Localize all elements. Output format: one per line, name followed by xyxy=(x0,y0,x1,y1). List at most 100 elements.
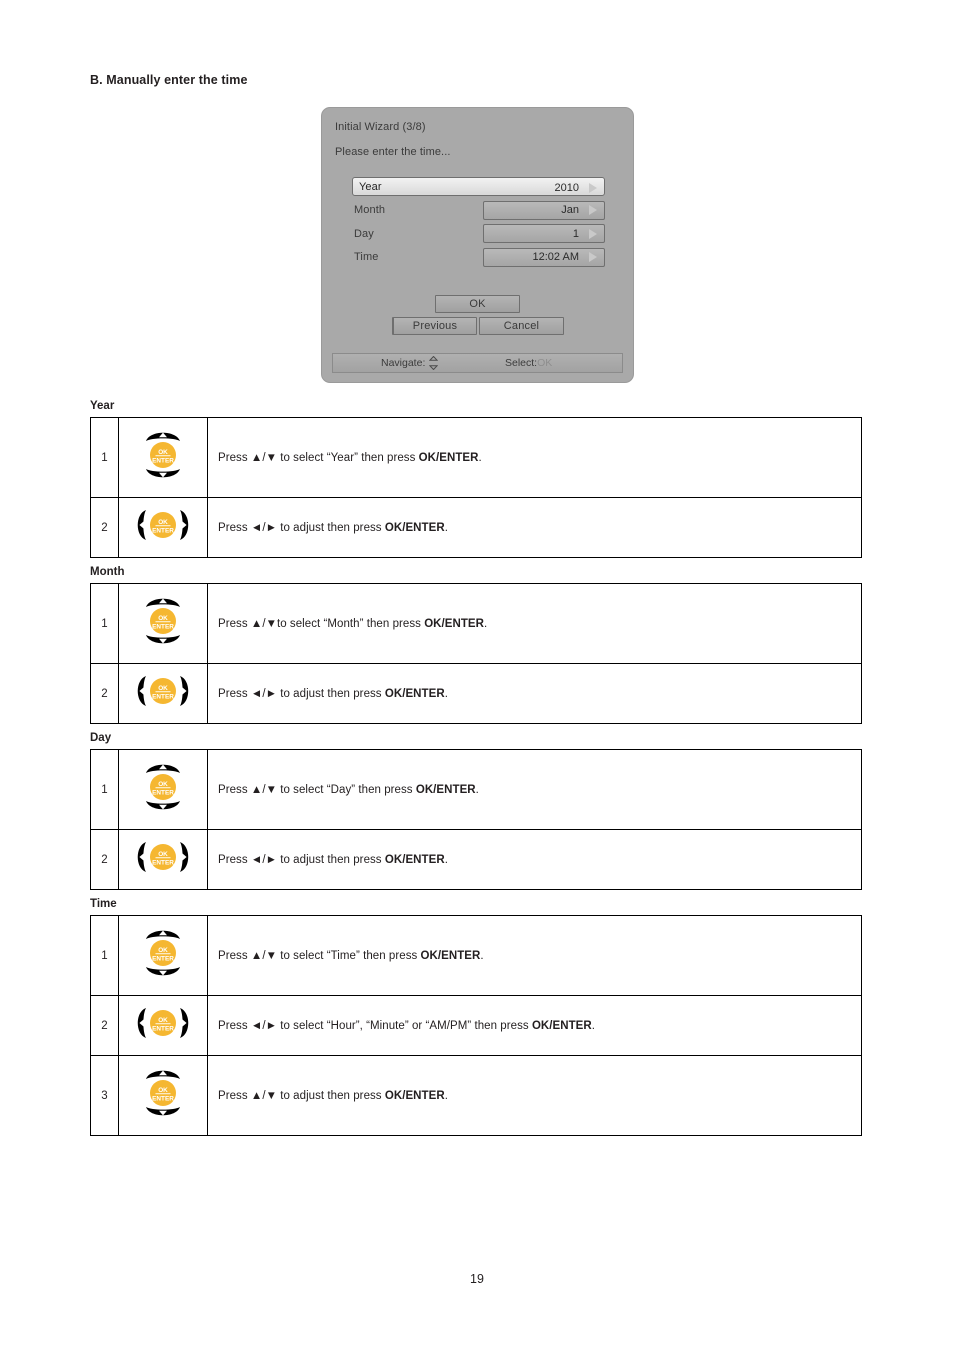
table-row: 1 OK ENTER Press ▲/▼ to select “Time” th… xyxy=(90,915,862,996)
osd-field-time[interactable]: Time 12:02 AM xyxy=(352,247,605,267)
section-month-title: Month xyxy=(90,566,125,578)
osd-field-day[interactable]: Day 1 xyxy=(352,224,605,243)
step-number: 2 xyxy=(90,829,119,890)
step-instruction: Press ▲/▼ to select “Year” then press OK… xyxy=(207,417,862,498)
chevron-right-icon xyxy=(589,228,597,239)
table-row: 2 OK ENTER Press ◄/► to select “Hour”, “… xyxy=(90,995,862,1056)
dpad-up-down-ok-icon: OK ENTER xyxy=(118,583,208,664)
step-number: 3 xyxy=(90,1055,119,1136)
page-title: B. Manually enter the time xyxy=(90,73,248,87)
osd-field-month-box[interactable]: Jan xyxy=(483,200,605,220)
svg-text:ENTER: ENTER xyxy=(152,623,174,630)
osd-field-time-label: Time xyxy=(354,251,379,263)
svg-text:ENTER: ENTER xyxy=(152,789,174,796)
svg-text:ENTER: ENTER xyxy=(152,859,174,866)
osd-field-year-value: 2010 xyxy=(554,181,579,194)
svg-text:ENTER: ENTER xyxy=(152,693,174,700)
svg-text:OK: OK xyxy=(158,615,168,622)
osd-subtitle: Please enter the time... xyxy=(335,146,451,158)
svg-text:ENTER: ENTER xyxy=(152,955,174,962)
svg-text:OK: OK xyxy=(158,1017,168,1024)
svg-text:OK: OK xyxy=(158,519,168,526)
osd-select-hint: Select:OK xyxy=(505,357,552,369)
step-instruction: Press ◄/► to adjust then press OK/ENTER. xyxy=(207,497,862,558)
osd-field-list: Year 2010 Month Jan Day 1 Time 12:02 AM xyxy=(352,177,605,271)
svg-text:ENTER: ENTER xyxy=(152,1025,174,1032)
table-row: 1 OK ENTER Press ▲/▼ to select “Day” the… xyxy=(90,749,862,830)
section-day-title: Day xyxy=(90,732,112,744)
table-row: 2 OK ENTER Press ◄/► to adjust then pres… xyxy=(90,663,862,724)
osd-field-year-box[interactable]: 2010 xyxy=(482,178,604,197)
step-instruction: Press ▲/▼ to adjust then press OK/ENTER. xyxy=(207,1055,862,1136)
osd-navigate-label: Navigate: xyxy=(381,357,426,369)
osd-field-year-label: Year xyxy=(359,180,382,193)
osd-field-time-box[interactable]: 12:02 AM xyxy=(483,247,605,267)
chevron-right-icon xyxy=(589,182,597,193)
step-number: 1 xyxy=(90,749,119,830)
step-number: 1 xyxy=(90,583,119,664)
svg-text:ENTER: ENTER xyxy=(152,527,174,534)
svg-text:OK: OK xyxy=(158,449,168,456)
osd-title: Initial Wizard (3/8) xyxy=(335,121,426,133)
section-year-title: Year xyxy=(90,400,115,412)
dpad-left-right-ok-icon: OK ENTER xyxy=(118,497,208,558)
osd-dialog: Initial Wizard (3/8) Please enter the ti… xyxy=(321,107,634,383)
step-instruction: Press ◄/► to select “Hour”, “Minute” or … xyxy=(207,995,862,1056)
osd-select-value: OK xyxy=(537,357,553,369)
dpad-left-right-ok-icon: OK ENTER xyxy=(118,829,208,890)
table-row: 2 OK ENTER Press ◄/► to adjust then pres… xyxy=(90,829,862,890)
svg-text:OK: OK xyxy=(158,1087,168,1094)
osd-field-day-label: Day xyxy=(354,227,374,240)
step-instruction: Press ▲/▼ to select “Day” then press OK/… xyxy=(207,749,862,830)
up-down-arrows-icon xyxy=(429,355,439,371)
step-number: 1 xyxy=(90,915,119,996)
svg-text:ENTER: ENTER xyxy=(152,1095,174,1102)
dpad-up-down-ok-icon: OK ENTER xyxy=(118,417,208,498)
section-time: Time 1 OK ENTER Press ▲/▼ to select “Tim… xyxy=(90,898,862,1136)
step-number: 1 xyxy=(90,417,119,498)
svg-text:OK: OK xyxy=(158,947,168,954)
chevron-right-icon xyxy=(589,252,597,262)
table-row: 3 OK ENTER Press ▲/▼ to adjust then pres… xyxy=(90,1055,862,1136)
steps-table-year: 1 OK ENTER Press ▲/▼ to select “Year” th… xyxy=(90,417,862,558)
osd-ok-button[interactable]: OK xyxy=(435,295,520,313)
page-number: 19 xyxy=(470,1272,484,1286)
steps-table-time: 1 OK ENTER Press ▲/▼ to select “Time” th… xyxy=(90,915,862,1136)
step-instruction: Press ▲/▼to select “Month” then press OK… xyxy=(207,583,862,664)
svg-text:ENTER: ENTER xyxy=(152,457,174,464)
step-number: 2 xyxy=(90,663,119,724)
step-instruction: Press ◄/► to adjust then press OK/ENTER. xyxy=(207,663,862,724)
dpad-up-down-ok-icon: OK ENTER xyxy=(118,749,208,830)
table-row: 1 OK ENTER Press ▲/▼to select “Month” th… xyxy=(90,583,862,664)
section-day: Day 1 OK ENTER Press ▲/▼ to select “Day”… xyxy=(90,732,862,890)
osd-navigate-hint: Navigate: xyxy=(381,355,439,371)
steps-table-month: 1 OK ENTER Press ▲/▼to select “Month” th… xyxy=(90,583,862,724)
section-time-title: Time xyxy=(90,898,117,910)
step-instruction: Press ◄/► to adjust then press OK/ENTER. xyxy=(207,829,862,890)
table-row: 2 OK ENTER Press ◄/► to adjust then pres… xyxy=(90,497,862,558)
dpad-up-down-ok-icon: OK ENTER xyxy=(118,915,208,996)
step-number: 2 xyxy=(90,995,119,1056)
dpad-left-right-ok-icon: OK ENTER xyxy=(118,995,208,1056)
osd-field-time-value: 12:02 AM xyxy=(532,251,579,263)
svg-text:OK: OK xyxy=(158,851,168,858)
table-row: 1 OK ENTER Press ▲/▼ to select “Year” th… xyxy=(90,417,862,498)
section-year: Year 1 OK ENTER Press ▲/▼ to select “Yea… xyxy=(90,400,862,558)
dpad-left-right-ok-icon: OK ENTER xyxy=(118,663,208,724)
osd-cancel-button[interactable]: Cancel xyxy=(479,317,564,335)
osd-hint-bar: Navigate: Select:OK xyxy=(332,353,623,373)
svg-text:OK: OK xyxy=(158,781,168,788)
osd-field-month-value: Jan xyxy=(561,204,579,216)
steps-table-day: 1 OK ENTER Press ▲/▼ to select “Day” the… xyxy=(90,749,862,890)
svg-text:OK: OK xyxy=(158,685,168,692)
section-month: Month 1 OK ENTER Press ▲/▼to select “Mon… xyxy=(90,566,862,724)
osd-field-year[interactable]: Year 2010 xyxy=(352,177,605,196)
dpad-up-down-ok-icon: OK ENTER xyxy=(118,1055,208,1136)
osd-select-label: Select: xyxy=(505,357,538,369)
osd-previous-button[interactable]: Previous xyxy=(392,317,477,335)
osd-field-day-box[interactable]: 1 xyxy=(483,224,605,243)
osd-field-month[interactable]: Month Jan xyxy=(352,200,605,220)
chevron-right-icon xyxy=(589,205,597,215)
step-instruction: Press ▲/▼ to select “Time” then press OK… xyxy=(207,915,862,996)
step-number: 2 xyxy=(90,497,119,558)
